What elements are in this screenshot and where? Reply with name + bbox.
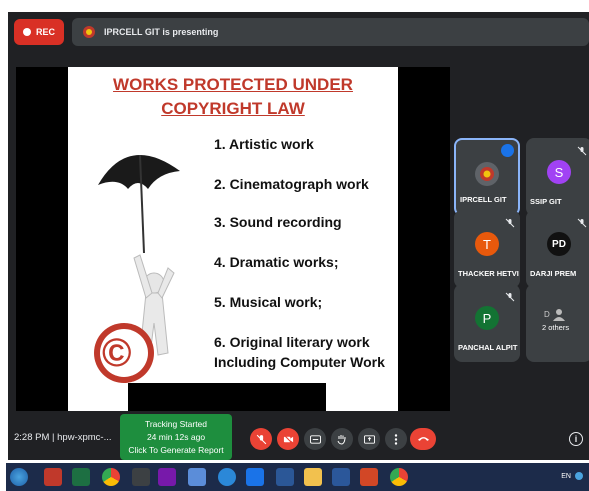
slide-item: 2. Cinematograph work — [214, 176, 369, 192]
tracking-line3: Click To Generate Report — [128, 445, 224, 455]
recording-badge[interactable]: REC — [14, 19, 65, 45]
camera-off-icon — [283, 434, 293, 444]
slide-item: 1. Artistic work — [214, 136, 314, 152]
language-indicator[interactable]: EN — [561, 473, 571, 480]
more-options-button[interactable] — [385, 428, 407, 450]
terminal-icon[interactable] — [132, 468, 150, 486]
file-explorer-icon[interactable] — [304, 468, 322, 486]
participant-name: DARJI PREM — [530, 269, 577, 278]
top-bar: REC IPRCELL GIT is presenting — [8, 12, 589, 52]
time-meeting-code: 2:28 PM | hpw-xpmc-... — [14, 432, 112, 443]
rec-label: REC — [36, 27, 56, 37]
app-icon[interactable] — [276, 468, 294, 486]
presenting-banner: IPRCELL GIT is presenting — [72, 18, 589, 46]
leave-call-button[interactable] — [410, 428, 436, 450]
tracking-report-button[interactable]: Tracking Started 24 min 12s ago Click To… — [120, 414, 232, 460]
meet-window: REC IPRCELL GIT is presenting WORKS PROT… — [8, 12, 589, 460]
captions-button[interactable] — [304, 428, 326, 450]
participant-name: THACKER HETVI — [458, 269, 519, 278]
windows-taskbar: EN — [6, 463, 589, 491]
slide-title-line2: COPYRIGHT LAW — [161, 99, 305, 118]
avatar: P — [475, 306, 499, 330]
meeting-info-button[interactable]: i — [569, 432, 583, 446]
mic-off-icon — [505, 215, 515, 228]
participant-tile-thacker[interactable]: T THACKER HETVI — [454, 210, 520, 288]
bottom-bar: 2:28 PM | hpw-xpmc-... Tracking Started … — [8, 414, 589, 460]
participant-name: SSIP GIT — [530, 197, 562, 206]
chrome-icon[interactable] — [390, 468, 408, 486]
copyright-symbol: © — [102, 331, 132, 375]
avatar: PD — [547, 232, 571, 256]
chrome-icon[interactable] — [102, 468, 120, 486]
participant-tile-darji[interactable]: PD DARJI PREM — [526, 210, 589, 288]
onenote-icon[interactable] — [158, 468, 176, 486]
mic-toggle-button[interactable] — [250, 428, 272, 450]
slide-title: WORKS PROTECTED UNDER COPYRIGHT LAW — [68, 73, 398, 121]
participant-tile-panchal[interactable]: P PANCHAL ALPIT — [454, 284, 520, 362]
app-icon[interactable] — [44, 468, 62, 486]
mic-off-icon — [577, 143, 587, 156]
slide-title-line1: WORKS PROTECTED UNDER — [113, 75, 353, 94]
app-icon[interactable] — [218, 468, 236, 486]
tracking-line2: 24 min 12s ago — [146, 432, 206, 442]
app-icon[interactable] — [188, 468, 206, 486]
mic-off-icon — [256, 434, 266, 444]
other-initial: D — [544, 309, 550, 319]
word-icon[interactable] — [332, 468, 350, 486]
start-button-icon[interactable] — [10, 468, 28, 486]
powerpoint-icon[interactable] — [360, 468, 378, 486]
slide-item: 5. Musical work; — [214, 294, 323, 310]
present-screen-icon — [363, 434, 375, 444]
mic-off-icon — [505, 289, 515, 302]
captions-icon — [309, 434, 321, 444]
camera-toggle-button[interactable] — [277, 428, 299, 450]
speaking-indicator-icon — [501, 144, 514, 157]
participant-tile-ssip[interactable]: S SSIP GIT — [526, 138, 589, 216]
slide-item: 3. Sound recording — [214, 214, 342, 230]
tracking-line1: Tracking Started — [144, 419, 208, 429]
record-dot-icon — [23, 28, 31, 36]
slide-item: 4. Dramatic works; — [214, 254, 339, 270]
participant-tile-others[interactable]: D 2 others — [526, 284, 589, 362]
presenter-avatar-icon — [82, 25, 96, 39]
excel-icon[interactable] — [72, 468, 90, 486]
system-tray: EN — [561, 472, 583, 480]
network-icon[interactable] — [575, 472, 583, 480]
slide-item: Including Computer Work — [214, 354, 385, 370]
presenting-text: IPRCELL GIT is presenting — [104, 27, 219, 37]
umbrella-figure-illustration: © — [88, 133, 198, 393]
slide-item: 6. Original literary work — [214, 334, 370, 350]
presentation-stage: WORKS PROTECTED UNDER COPYRIGHT LAW © 1.… — [16, 67, 450, 411]
slide-black-bar — [128, 383, 326, 411]
hand-icon — [337, 434, 346, 445]
slide: WORKS PROTECTED UNDER COPYRIGHT LAW © 1.… — [68, 67, 398, 411]
raise-hand-button[interactable] — [331, 428, 353, 450]
present-button[interactable] — [358, 428, 380, 450]
person-avatar-icon — [552, 309, 565, 321]
participant-tile-iprcell[interactable]: IPRCELL GIT — [454, 138, 520, 216]
participant-name: PANCHAL ALPIT — [458, 343, 518, 352]
avatar: S — [547, 160, 571, 184]
avatar: T — [475, 232, 499, 256]
mic-off-icon — [577, 215, 587, 228]
participant-name: 2 others — [542, 323, 570, 332]
hang-up-icon — [417, 437, 429, 441]
participant-name: IPRCELL GIT — [460, 195, 507, 204]
outlook-icon[interactable] — [246, 468, 264, 486]
more-vertical-icon — [394, 433, 398, 445]
avatar — [475, 162, 499, 186]
